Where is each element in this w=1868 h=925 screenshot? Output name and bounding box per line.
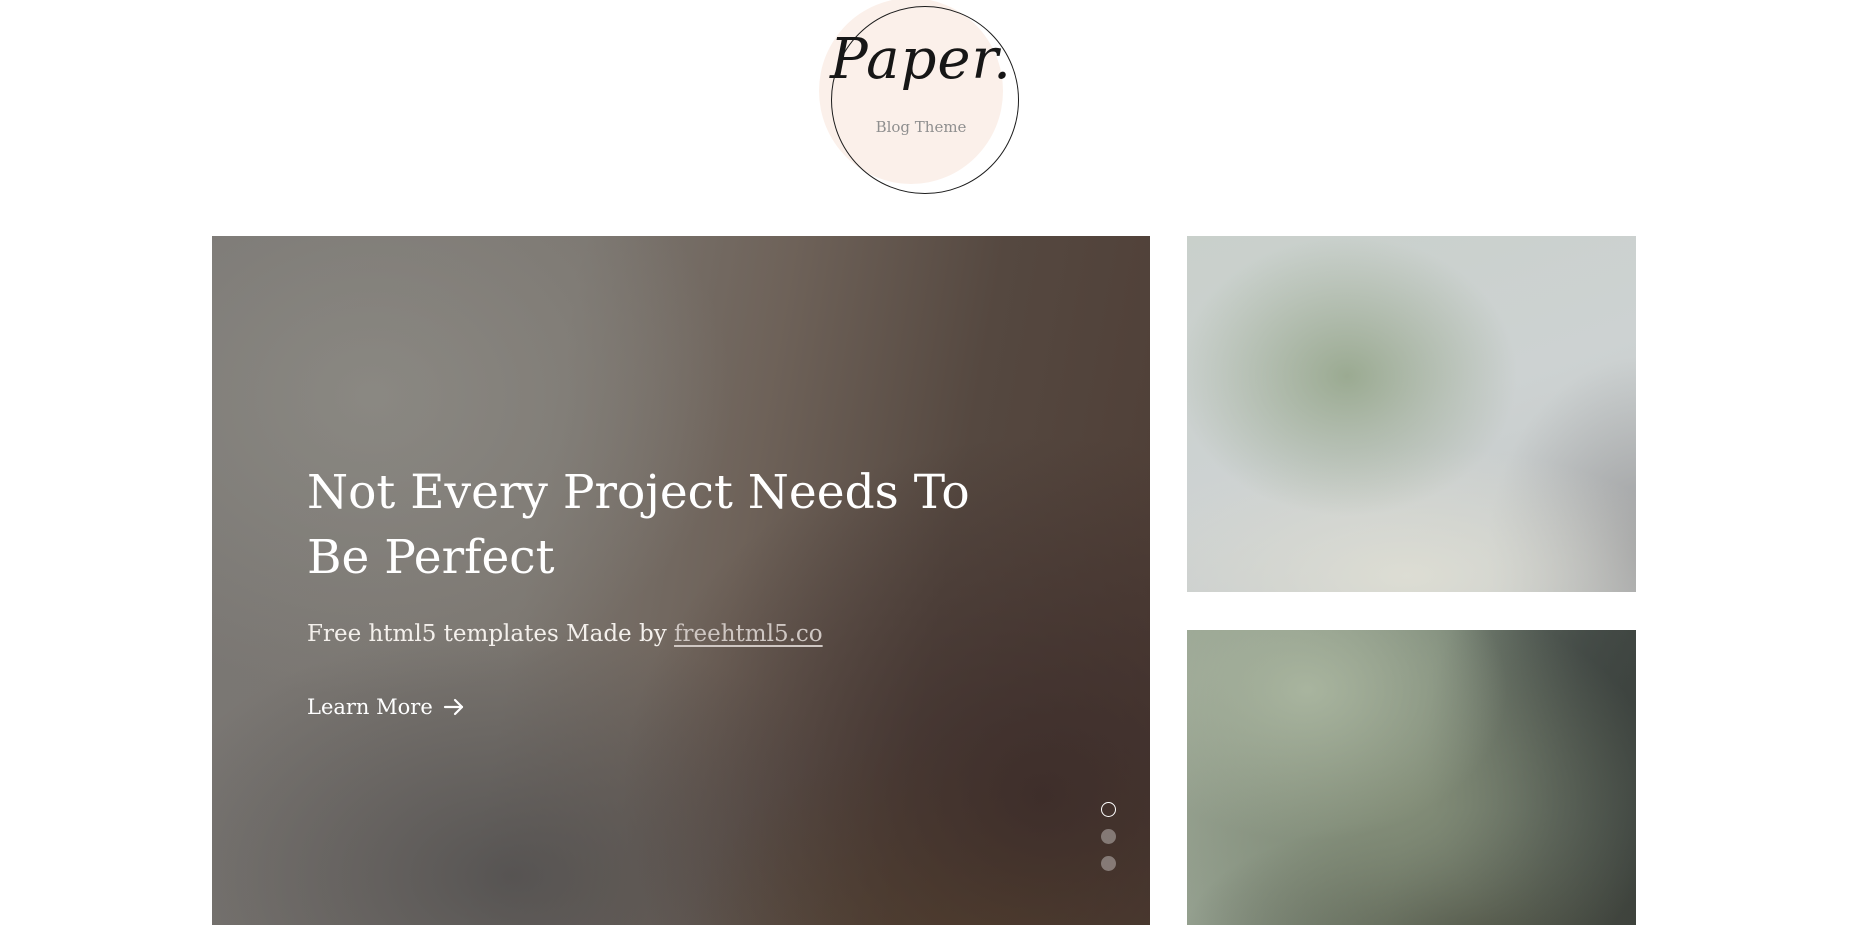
site-logo[interactable]: Paper. Blog Theme xyxy=(819,0,1023,198)
learn-more-button[interactable]: Learn More xyxy=(307,695,465,719)
featured-card-top[interactable] xyxy=(1187,236,1636,592)
hero-title: Not Every Project Needs To Be Perfect xyxy=(307,465,970,585)
slider-dot-2[interactable] xyxy=(1101,829,1116,844)
learn-more-label: Learn More xyxy=(307,695,433,719)
logo-title: Paper. xyxy=(830,27,1012,92)
featured-card-bottom[interactable] xyxy=(1187,630,1636,925)
slider-dot-1[interactable] xyxy=(1101,802,1116,817)
logo-subtitle: Blog Theme xyxy=(875,118,967,136)
freehtml5-link[interactable]: freehtml5.co xyxy=(674,621,823,647)
hero-slider: Not Every Project Needs To Be Perfect Fr… xyxy=(212,236,1150,925)
hero-subtitle-text: Free html5 templates Made by xyxy=(307,621,675,647)
hero-subtitle: Free html5 templates Made by freehtml5.c… xyxy=(307,621,823,647)
arrow-right-icon xyxy=(443,697,465,717)
slider-pagination xyxy=(1101,802,1117,871)
slider-dot-3[interactable] xyxy=(1101,856,1116,871)
